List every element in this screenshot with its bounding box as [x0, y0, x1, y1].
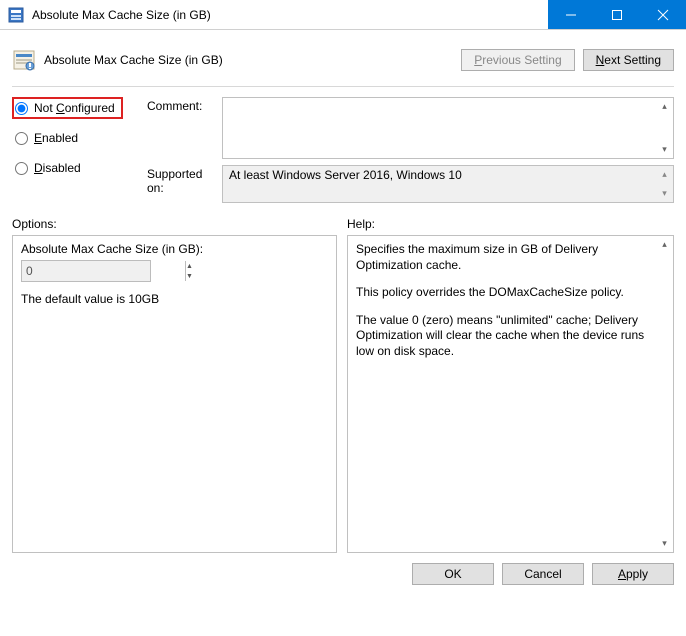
options-label: Options:: [12, 217, 337, 231]
radio-enabled-input[interactable]: [15, 132, 28, 145]
radio-not-configured-label: Not Configured: [34, 101, 115, 115]
radio-disabled-input[interactable]: [15, 162, 28, 175]
spinner-up-icon[interactable]: ▲: [186, 261, 193, 271]
comment-label: Comment:: [147, 97, 222, 159]
options-panel: Absolute Max Cache Size (in GB): ▲ ▼ The…: [12, 235, 337, 553]
radio-enabled-label: Enabled: [34, 131, 78, 145]
help-panel: Specifies the maximum size in GB of Deli…: [347, 235, 674, 553]
option-note: The default value is 10GB: [21, 292, 328, 306]
supported-on-text: At least Windows Server 2016, Windows 10: [229, 168, 462, 182]
apply-button[interactable]: Apply: [592, 563, 674, 585]
radio-disabled[interactable]: Disabled: [12, 157, 84, 179]
cache-size-spinner[interactable]: ▲ ▼: [21, 260, 151, 282]
app-icon: [8, 7, 24, 23]
maximize-button[interactable]: [594, 0, 640, 29]
radio-not-configured-input[interactable]: [15, 102, 28, 115]
window-title: Absolute Max Cache Size (in GB): [32, 8, 548, 22]
cache-size-input[interactable]: [22, 261, 185, 281]
scroll-up-icon[interactable]: ▴: [656, 236, 673, 253]
help-paragraph: The value 0 (zero) means "unlimited" cac…: [356, 313, 653, 360]
scroll-down-icon: ▾: [656, 185, 673, 202]
window-controls: [548, 0, 686, 29]
supported-on-box: At least Windows Server 2016, Windows 10…: [222, 165, 674, 203]
close-button[interactable]: [640, 0, 686, 29]
scroll-up-icon: ▴: [656, 166, 673, 183]
scroll-down-icon[interactable]: ▾: [656, 535, 673, 552]
titlebar: Absolute Max Cache Size (in GB): [0, 0, 686, 30]
comment-textarea[interactable]: ▴ ▾: [222, 97, 674, 159]
radio-enabled[interactable]: Enabled: [12, 127, 81, 149]
scroll-up-icon[interactable]: ▴: [656, 98, 673, 115]
radio-disabled-label: Disabled: [34, 161, 81, 175]
ok-button[interactable]: OK: [412, 563, 494, 585]
next-setting-button[interactable]: Next Setting: [583, 49, 674, 71]
supported-label: Supported on:: [147, 159, 222, 203]
option-field-label: Absolute Max Cache Size (in GB):: [21, 242, 328, 256]
radio-not-configured[interactable]: Not Configured: [12, 97, 123, 119]
policy-icon: [12, 48, 36, 72]
minimize-button[interactable]: [548, 0, 594, 29]
help-paragraph: Specifies the maximum size in GB of Deli…: [356, 242, 653, 273]
spinner-down-icon[interactable]: ▼: [186, 271, 193, 281]
policy-title: Absolute Max Cache Size (in GB): [44, 53, 461, 67]
cancel-button[interactable]: Cancel: [502, 563, 584, 585]
help-label: Help:: [347, 217, 674, 231]
help-paragraph: This policy overrides the DOMaxCacheSize…: [356, 285, 653, 301]
divider: [12, 86, 674, 87]
scroll-down-icon[interactable]: ▾: [656, 141, 673, 158]
previous-setting-button[interactable]: Previous Setting: [461, 49, 574, 71]
